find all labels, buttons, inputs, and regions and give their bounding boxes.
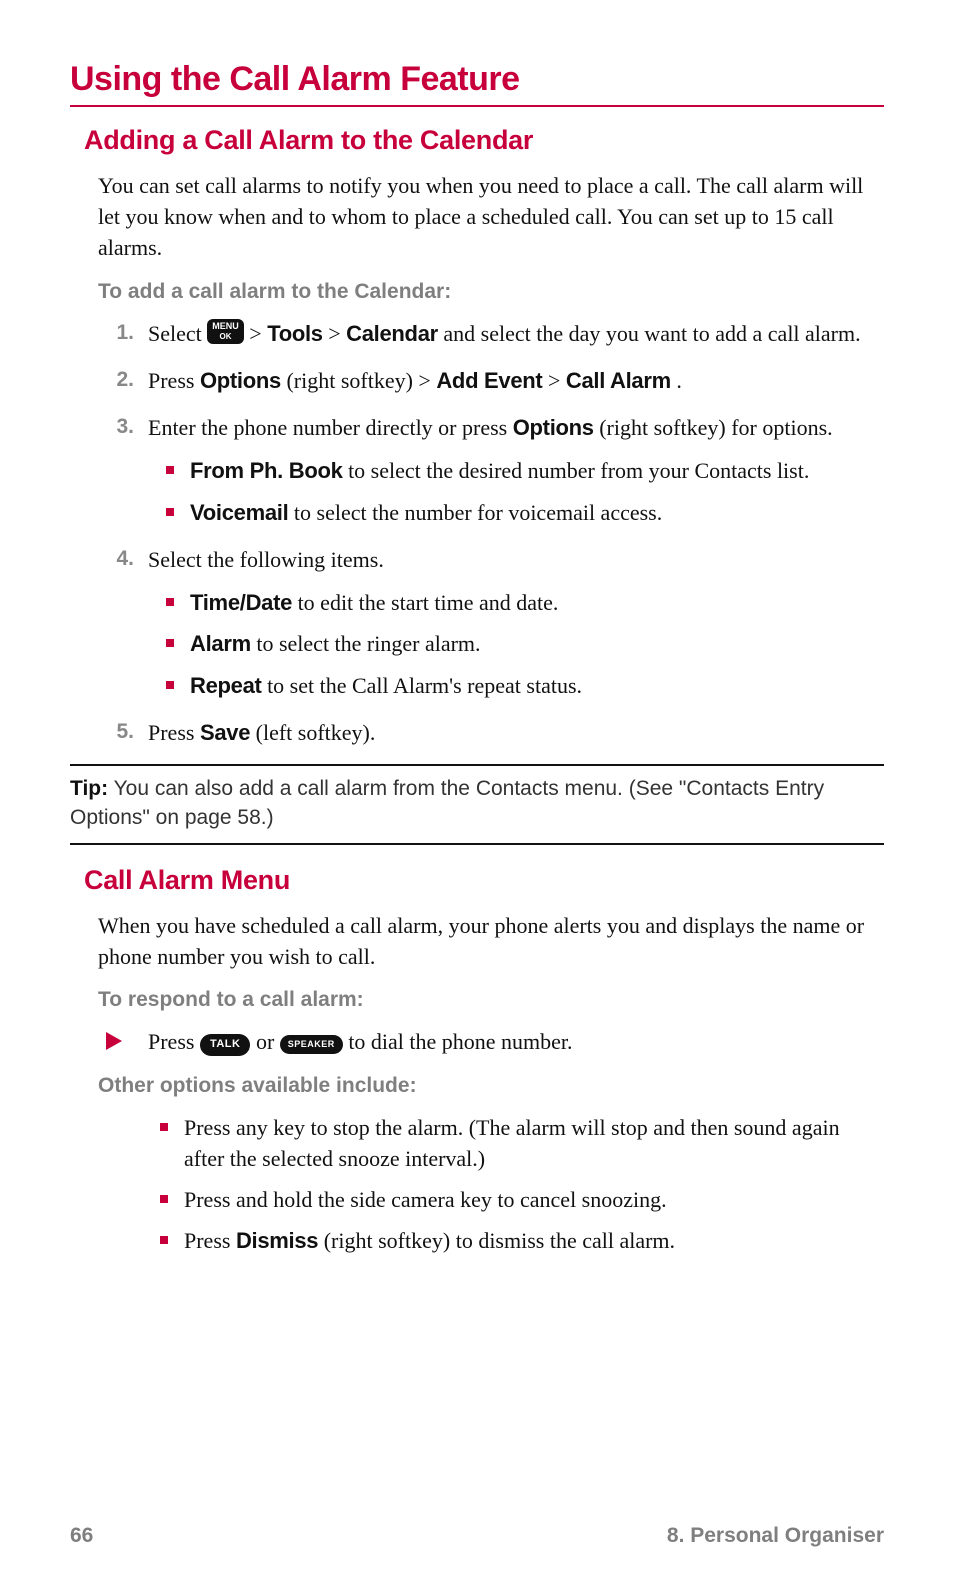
step-4-sublist: Time/Date to edit the start time and dat… [162, 587, 884, 701]
talk-key-icon: TALK [200, 1034, 251, 1056]
option-label: Alarm [190, 631, 251, 656]
option-desc: to set the Call Alarm's repeat status. [267, 673, 582, 698]
option-label: Voicemail [190, 500, 288, 525]
step-5: 5. Press Save (left softkey). [98, 717, 884, 748]
menu-ok-key-icon: MENUOK [207, 319, 244, 344]
step-4: 4. Select the following items. Time/Date… [98, 544, 884, 701]
nav-call-alarm: Call Alarm [566, 368, 671, 393]
option-label: Time/Date [190, 590, 292, 615]
other-options-lead: Other options available include: [98, 1074, 884, 1098]
option-dismiss: Press Dismiss (right softkey) to dismiss… [156, 1225, 884, 1256]
title-rule [70, 105, 884, 107]
sub-voicemail: Voicemail to select the number for voice… [162, 497, 884, 528]
speaker-key-icon: SPEAKER [280, 1035, 343, 1054]
page-footer: 66 8. Personal Organiser [70, 1524, 884, 1548]
page-number: 66 [70, 1524, 93, 1548]
step-text: > [548, 368, 566, 393]
procedure-steps: 1. Select MENUOK > Tools > Calendar and … [98, 318, 884, 748]
step-number: 4. [98, 544, 134, 574]
step-number: 3. [98, 412, 134, 442]
step-text: (right softkey) for options. [599, 415, 832, 440]
step-text: (left softkey). [256, 720, 376, 745]
sub-time-date: Time/Date to edit the start time and dat… [162, 587, 884, 618]
softkey-save: Save [200, 720, 250, 745]
arrow-text: Press [148, 1029, 200, 1054]
step-number: 5. [98, 717, 134, 747]
sub-alarm: Alarm to select the ringer alarm. [162, 628, 884, 659]
option-label: From Ph. Book [190, 458, 343, 483]
step-text: (right softkey) > [286, 368, 436, 393]
intro-paragraph: You can set call alarms to notify you wh… [98, 170, 884, 264]
nav-add-event: Add Event [436, 368, 542, 393]
section-heading-adding: Adding a Call Alarm to the Calendar [84, 125, 884, 156]
option-desc: to edit the start time and date. [298, 590, 559, 615]
arrow-text: to dial the phone number. [348, 1029, 572, 1054]
chapter-label: 8. Personal Organiser [667, 1524, 884, 1548]
manual-page: Using the Call Alarm Feature Adding a Ca… [0, 0, 954, 1590]
option-text: Press [184, 1228, 236, 1253]
step-text: Press [148, 368, 200, 393]
page-title: Using the Call Alarm Feature [70, 60, 884, 99]
sub-from-ph-book: From Ph. Book to select the desired numb… [162, 455, 884, 486]
option-text: (right softkey) to dismiss the call alar… [324, 1228, 675, 1253]
tip-label: Tip: [70, 777, 108, 800]
step-2: 2. Press Options (right softkey) > Add E… [98, 365, 884, 396]
step-number: 1. [98, 318, 134, 348]
option-desc: to select the number for voicemail acces… [294, 500, 662, 525]
option-text: Press any key to stop the alarm. (The al… [184, 1115, 840, 1171]
step-text: and select the day you want to add a cal… [443, 321, 860, 346]
step-text: > [328, 321, 346, 346]
other-options-list: Press any key to stop the alarm. (The al… [156, 1112, 884, 1257]
step-3: 3. Enter the phone number directly or pr… [98, 412, 884, 528]
nav-calendar: Calendar [346, 321, 438, 346]
section-heading-menu: Call Alarm Menu [84, 865, 884, 896]
procedure-lead: To add a call alarm to the Calendar: [98, 280, 884, 304]
softkey-dismiss: Dismiss [236, 1228, 318, 1253]
option-stop-alarm: Press any key to stop the alarm. (The al… [156, 1112, 884, 1174]
step-number: 2. [98, 365, 134, 395]
softkey-options: Options [200, 368, 281, 393]
option-label: Repeat [190, 673, 262, 698]
step-text: > [249, 321, 267, 346]
step-3-sublist: From Ph. Book to select the desired numb… [162, 455, 884, 527]
step-text: Enter the phone number directly or press [148, 415, 513, 440]
tip-text: You can also add a call alarm from the C… [70, 777, 824, 829]
option-text: Press and hold the side camera key to ca… [184, 1187, 667, 1212]
option-desc: to select the ringer alarm. [256, 631, 480, 656]
respond-lead: To respond to a call alarm: [98, 988, 884, 1012]
step-text: Select the following items. [148, 547, 384, 572]
sub-repeat: Repeat to set the Call Alarm's repeat st… [162, 670, 884, 701]
option-cancel-snooze: Press and hold the side camera key to ca… [156, 1184, 884, 1215]
nav-tools: Tools [267, 321, 323, 346]
option-desc: to select the desired number from your C… [348, 458, 809, 483]
softkey-options: Options [513, 415, 594, 440]
step-text: Select [148, 321, 207, 346]
arrow-step: Press TALK or SPEAKER to dial the phone … [98, 1026, 884, 1057]
step-1: 1. Select MENUOK > Tools > Calendar and … [98, 318, 884, 349]
step-text: . [676, 368, 682, 393]
arrow-text: or [256, 1029, 280, 1054]
step-text: Press [148, 720, 200, 745]
section2-intro: When you have scheduled a call alarm, yo… [98, 910, 884, 972]
tip-box: Tip: You can also add a call alarm from … [70, 764, 884, 845]
